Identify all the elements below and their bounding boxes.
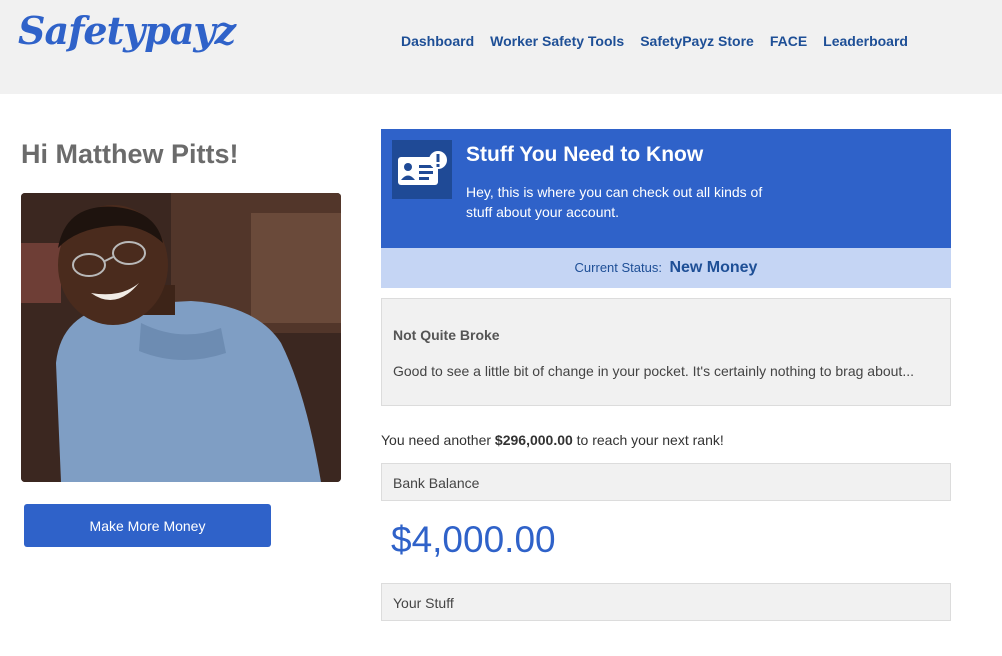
status-value: New Money bbox=[669, 259, 758, 276]
nav-worker-safety-tools[interactable]: Worker Safety Tools bbox=[490, 33, 624, 49]
status-bar: Current Status: New Money bbox=[381, 248, 951, 288]
info-panel: Stuff You Need to Know Hey, this is wher… bbox=[381, 129, 951, 248]
nav-leaderboard[interactable]: Leaderboard bbox=[823, 33, 908, 49]
rank-description: Good to see a little bit of change in yo… bbox=[393, 363, 914, 379]
profile-photo bbox=[21, 193, 341, 482]
your-stuff-header[interactable]: Your Stuff bbox=[381, 583, 951, 621]
next-rank-suffix: to reach your next rank! bbox=[576, 432, 724, 448]
bank-balance-value: $4,000.00 bbox=[391, 519, 556, 560]
make-more-money-button[interactable]: Make More Money bbox=[24, 504, 271, 547]
bank-balance-header: Bank Balance bbox=[381, 463, 951, 501]
next-rank-prefix: You need another bbox=[381, 432, 492, 448]
main-nav: Dashboard Worker Safety Tools SafetyPayz… bbox=[393, 33, 916, 49]
rank-box: Not Quite Broke Good to see a little bit… bbox=[381, 298, 951, 406]
your-stuff-label: Your Stuff bbox=[393, 595, 454, 611]
rank-title: Not Quite Broke bbox=[393, 327, 500, 343]
site-header: Safetypayz Dashboard Worker Safety Tools… bbox=[0, 0, 1002, 94]
info-description: Hey, this is where you can check out all… bbox=[466, 184, 763, 220]
greeting-heading: Hi Matthew Pitts! bbox=[21, 139, 239, 169]
next-rank-amount: $296,000.00 bbox=[494, 432, 573, 448]
profile-photo-image bbox=[21, 193, 341, 482]
nav-dashboard[interactable]: Dashboard bbox=[401, 33, 474, 49]
nav-safetypayz-store[interactable]: SafetyPayz Store bbox=[640, 33, 754, 49]
bank-balance-label: Bank Balance bbox=[393, 475, 480, 491]
info-title: Stuff You Need to Know bbox=[466, 143, 704, 166]
account-card-alert-icon bbox=[392, 140, 452, 199]
status-label: Current Status: bbox=[574, 260, 662, 275]
site-logo[interactable]: Safetypayz bbox=[18, 8, 236, 53]
next-rank-text: You need another $296,000.00 to reach yo… bbox=[381, 432, 724, 448]
nav-face[interactable]: FACE bbox=[770, 33, 807, 49]
